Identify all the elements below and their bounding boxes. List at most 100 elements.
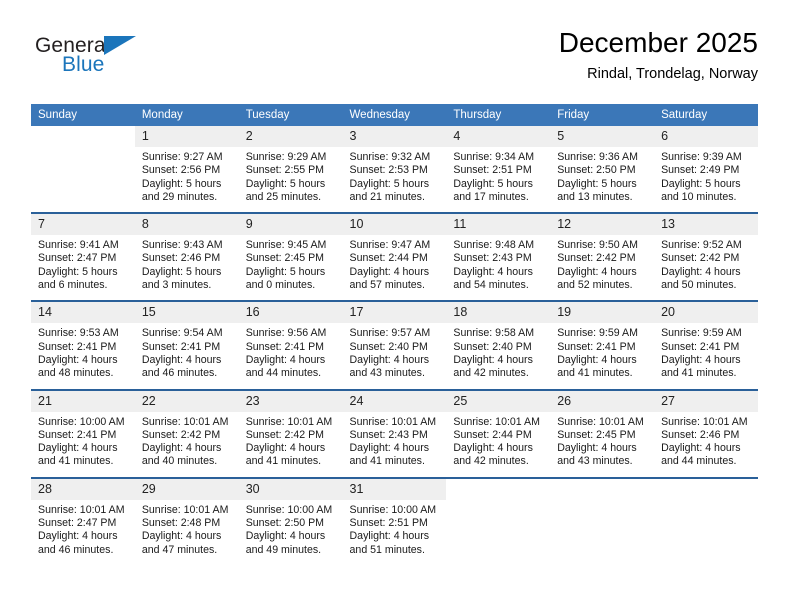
day-detail-line: Sunrise: 9:43 AM xyxy=(141,239,223,252)
day-detail-line: Sunset: 2:47 PM xyxy=(38,517,117,530)
calendar-week-row: 1 Sunrise: 9:27 AM Sunset: 2:56 PM Daylight… xyxy=(31,126,758,214)
day-detail-line: and 6 minutes. xyxy=(38,279,108,292)
calendar-day-cell-empty xyxy=(446,476,551,565)
day-detail-line: Daylight: 4 hours xyxy=(141,353,222,366)
calendar-day-cell[interactable]: 18 Sunrise: 9:58 AM Sunset: 2:40 PM Dayligh… xyxy=(446,300,551,390)
day-number: 26 xyxy=(550,390,655,412)
day-details: Sunrise: 9:48 AM Sunset: 2:43 PM Daylight:… xyxy=(446,235,550,300)
day-detail-line: and 3 minutes. xyxy=(141,279,212,292)
day-detail-line: and 49 minutes. xyxy=(245,543,322,556)
calendar-grid: Sunday Monday Tuesday Wednesday Thursday… xyxy=(31,104,758,565)
day-detail-line: and 21 minutes. xyxy=(349,190,425,203)
day-details: Sunrise: 10:01 AM Sunset: 2:45 PM Daylight… xyxy=(550,412,654,477)
day-detail-line: Sunset: 2:45 PM xyxy=(557,428,636,441)
calendar-day-cell[interactable]: 28 Sunrise: 10:01 AM Sunset: 2:47 PM Daylig… xyxy=(31,476,135,565)
calendar-day-cell[interactable]: 5 Sunrise: 9:36 AM Sunset: 2:50 PM Daylight… xyxy=(550,126,655,214)
day-detail-line: Sunset: 2:46 PM xyxy=(661,428,740,441)
day-detail-line: Sunset: 2:44 PM xyxy=(349,252,428,265)
calendar-day-cell[interactable]: 20 Sunrise: 9:59 AM Sunset: 2:41 PM Dayligh… xyxy=(654,300,758,390)
day-detail-line: and 41 minutes. xyxy=(349,455,425,468)
day-detail-line: and 13 minutes. xyxy=(557,190,633,203)
calendar-day-cell[interactable]: 29 Sunrise: 10:01 AM Sunset: 2:48 PM Daylig… xyxy=(134,476,239,565)
calendar-day-cell[interactable]: 23 Sunrise: 10:01 AM Sunset: 2:42 PM Daylig… xyxy=(238,388,343,478)
day-detail-line: Daylight: 4 hours xyxy=(557,353,637,366)
day-detail-line: Sunset: 2:41 PM xyxy=(245,340,325,353)
day-details: Sunrise: 9:45 AM Sunset: 2:45 PM Daylight:… xyxy=(239,235,343,300)
calendar-day-cell[interactable]: 3 Sunrise: 9:32 AM Sunset: 2:53 PM Daylight… xyxy=(342,126,447,214)
calendar-day-cell[interactable]: 13 Sunrise: 9:52 AM Sunset: 2:42 PM Dayligh… xyxy=(654,212,758,302)
calendar-day-cell[interactable]: 8 Sunrise: 9:43 AM Sunset: 2:46 PM Daylight… xyxy=(134,212,239,302)
calendar-day-cell[interactable]: 24 Sunrise: 10:01 AM Sunset: 2:43 PM Daylig… xyxy=(342,388,447,478)
day-number: 3 xyxy=(342,126,447,147)
day-detail-line: Sunrise: 10:00 AM xyxy=(38,415,125,428)
calendar-body: 1 Sunrise: 9:27 AM Sunset: 2:56 PM Daylight… xyxy=(31,126,758,565)
day-detail-line: Sunset: 2:53 PM xyxy=(349,164,428,177)
calendar-day-cell[interactable]: 27 Sunrise: 10:01 AM Sunset: 2:46 PM Daylig… xyxy=(654,388,758,478)
day-details: Sunrise: 10:01 AM Sunset: 2:44 PM Daylight… xyxy=(446,412,550,477)
day-number: 24 xyxy=(342,390,447,412)
day-number: 21 xyxy=(31,390,135,412)
calendar-day-cell[interactable]: 7 Sunrise: 9:41 AM Sunset: 2:47 PM Daylight… xyxy=(31,212,135,302)
calendar-day-cell[interactable]: 9 Sunrise: 9:45 AM Sunset: 2:45 PM Daylight… xyxy=(238,212,343,302)
day-detail-line: Sunrise: 10:01 AM xyxy=(557,415,644,428)
day-number: 4 xyxy=(446,126,551,147)
day-detail-line: and 41 minutes. xyxy=(38,455,114,468)
day-detail-line: Daylight: 4 hours xyxy=(349,530,430,543)
calendar-day-cell[interactable]: 4 Sunrise: 9:34 AM Sunset: 2:51 PM Daylight… xyxy=(446,126,551,214)
generalblue-logo: General Blue xyxy=(31,34,261,90)
day-detail-line: Sunrise: 10:01 AM xyxy=(38,503,125,516)
day-number: 1 xyxy=(134,126,239,147)
calendar-day-cell[interactable]: 25 Sunrise: 10:01 AM Sunset: 2:44 PM Daylig… xyxy=(446,388,551,478)
day-detail-line: and 52 minutes. xyxy=(557,279,633,292)
day-detail-line: Sunrise: 10:00 AM xyxy=(245,503,333,516)
calendar-day-cell[interactable]: 31 Sunrise: 10:00 AM Sunset: 2:51 PM Daylig… xyxy=(342,476,447,565)
day-detail-line: Sunset: 2:42 PM xyxy=(245,428,325,441)
weekday-header-saturday: Saturday xyxy=(654,104,758,126)
day-detail-line: and 54 minutes. xyxy=(453,279,529,292)
day-detail-line: Sunrise: 10:01 AM xyxy=(245,415,333,428)
calendar-day-cell[interactable]: 1 Sunrise: 9:27 AM Sunset: 2:56 PM Daylight… xyxy=(134,126,239,214)
weekday-header-wednesday: Wednesday xyxy=(342,104,447,126)
day-details: Sunrise: 9:58 AM Sunset: 2:40 PM Daylight:… xyxy=(446,323,550,388)
day-detail-line: and 57 minutes. xyxy=(349,279,425,292)
calendar-day-cell[interactable]: 15 Sunrise: 9:54 AM Sunset: 2:41 PM Dayligh… xyxy=(134,300,239,390)
day-details: Sunrise: 10:00 AM Sunset: 2:41 PM Daylight… xyxy=(31,412,135,477)
day-details xyxy=(550,500,654,558)
day-details: Sunrise: 9:50 AM Sunset: 2:42 PM Daylight:… xyxy=(550,235,654,300)
day-detail-line: Sunset: 2:50 PM xyxy=(245,517,325,530)
day-number xyxy=(446,478,551,500)
day-detail-line: Daylight: 4 hours xyxy=(245,353,326,366)
day-detail-line: Sunrise: 10:01 AM xyxy=(453,415,540,428)
day-details: Sunrise: 9:27 AM Sunset: 2:56 PM Daylight:… xyxy=(135,147,239,212)
calendar-day-cell[interactable]: 2 Sunrise: 9:29 AM Sunset: 2:55 PM Daylight… xyxy=(238,126,343,214)
day-detail-line: Sunrise: 9:34 AM xyxy=(453,151,535,163)
day-detail-line: Daylight: 4 hours xyxy=(453,265,533,278)
day-detail-line: Daylight: 4 hours xyxy=(453,353,533,366)
day-detail-line: Sunset: 2:42 PM xyxy=(557,252,636,265)
calendar-day-cell[interactable]: 19 Sunrise: 9:59 AM Sunset: 2:41 PM Dayligh… xyxy=(550,300,655,390)
day-detail-line: Sunset: 2:42 PM xyxy=(141,428,221,441)
day-details: Sunrise: 9:54 AM Sunset: 2:41 PM Daylight:… xyxy=(135,323,239,388)
day-detail-line: Daylight: 5 hours xyxy=(245,177,326,190)
weekday-header-friday: Friday xyxy=(550,104,655,126)
calendar-day-cell[interactable]: 14 Sunrise: 9:53 AM Sunset: 2:41 PM Dayligh… xyxy=(31,300,135,390)
calendar-day-cell[interactable]: 30 Sunrise: 10:00 AM Sunset: 2:50 PM Daylig… xyxy=(238,476,343,565)
calendar-day-cell[interactable]: 11 Sunrise: 9:48 AM Sunset: 2:43 PM Dayligh… xyxy=(446,212,551,302)
calendar-day-cell[interactable]: 6 Sunrise: 9:39 AM Sunset: 2:49 PM Daylight… xyxy=(654,126,758,214)
day-details: Sunrise: 10:01 AM Sunset: 2:43 PM Daylight… xyxy=(343,412,447,477)
day-details: Sunrise: 9:34 AM Sunset: 2:51 PM Daylight:… xyxy=(446,147,550,212)
calendar-day-cell[interactable]: 10 Sunrise: 9:47 AM Sunset: 2:44 PM Dayligh… xyxy=(342,212,447,302)
day-detail-line: Sunrise: 9:27 AM xyxy=(141,151,223,163)
calendar-day-cell[interactable]: 17 Sunrise: 9:57 AM Sunset: 2:40 PM Dayligh… xyxy=(342,300,447,390)
day-details: Sunrise: 9:32 AM Sunset: 2:53 PM Daylight:… xyxy=(343,147,447,212)
day-detail-line: Sunrise: 9:39 AM xyxy=(661,151,742,163)
day-detail-line: and 43 minutes. xyxy=(557,455,633,468)
calendar-day-cell-empty xyxy=(654,476,758,565)
calendar-day-cell[interactable]: 26 Sunrise: 10:01 AM Sunset: 2:45 PM Daylig… xyxy=(550,388,655,478)
calendar-day-cell[interactable]: 12 Sunrise: 9:50 AM Sunset: 2:42 PM Dayligh… xyxy=(550,212,655,302)
day-number: 28 xyxy=(31,478,135,500)
calendar-day-cell[interactable]: 21 Sunrise: 10:00 AM Sunset: 2:41 PM Daylig… xyxy=(31,388,135,478)
calendar-day-cell[interactable]: 22 Sunrise: 10:01 AM Sunset: 2:42 PM Daylig… xyxy=(134,388,239,478)
calendar-day-cell[interactable]: 16 Sunrise: 9:56 AM Sunset: 2:41 PM Dayligh… xyxy=(238,300,343,390)
day-detail-line: Daylight: 4 hours xyxy=(557,265,637,278)
